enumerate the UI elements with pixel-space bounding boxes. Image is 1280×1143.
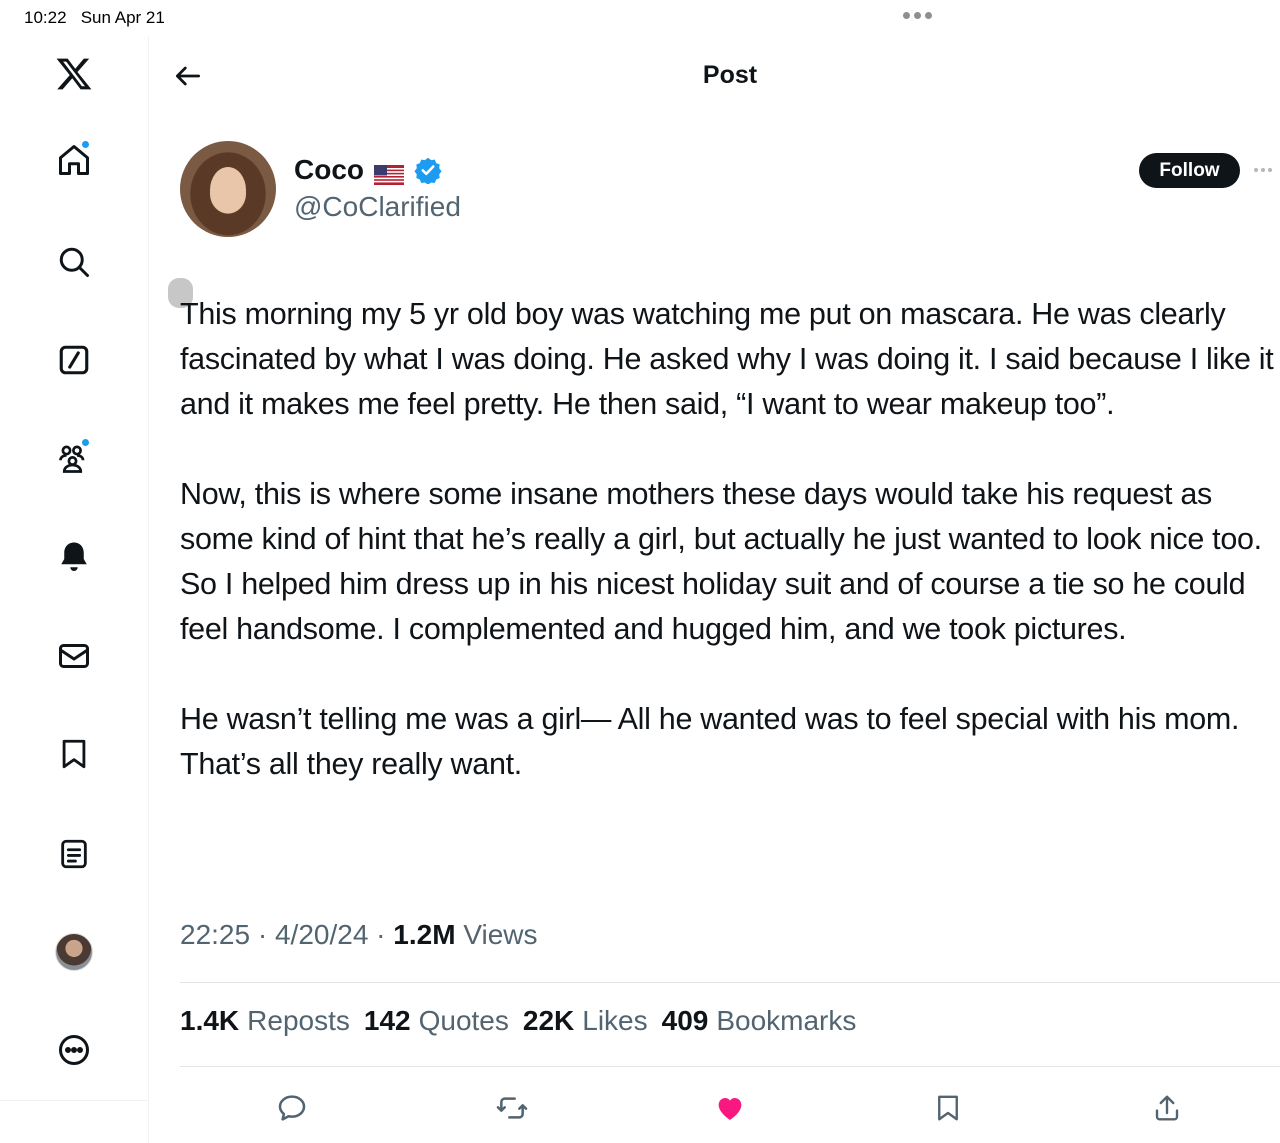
quotes-stat[interactable]: 142 Quotes bbox=[364, 1005, 509, 1037]
avatar bbox=[55, 933, 93, 971]
sidebar-item-home[interactable] bbox=[50, 136, 98, 184]
verified-badge-icon bbox=[414, 156, 442, 185]
bookmarks-count: 409 bbox=[661, 1005, 709, 1036]
repost-icon bbox=[496, 1097, 528, 1119]
author-name-row[interactable]: Coco bbox=[294, 154, 442, 186]
list-icon bbox=[61, 839, 87, 869]
post-text: This morning my 5 yr old boy was watchin… bbox=[180, 292, 1280, 832]
post-paragraph: He wasn’t telling me was a girl— All he … bbox=[180, 702, 1240, 781]
follow-button[interactable]: Follow bbox=[1139, 153, 1240, 188]
likes-count: 22K bbox=[522, 1005, 575, 1036]
bookmark-icon bbox=[938, 1095, 958, 1121]
more-circle-icon bbox=[59, 1035, 89, 1065]
home-notification-dot bbox=[81, 140, 90, 149]
slash-square-icon bbox=[59, 345, 89, 375]
likes-label: Likes bbox=[582, 1005, 648, 1036]
post-time[interactable]: 22:25 bbox=[180, 919, 250, 950]
likes-stat[interactable]: 22K Likes bbox=[523, 1005, 648, 1037]
reposts-stat[interactable]: 1.4K Reposts bbox=[180, 1005, 350, 1037]
sidebar-item-bookmarks[interactable] bbox=[50, 730, 98, 778]
post-stats: 1.4K Reposts 142 Quotes 22K Likes 409 Bookma… bbox=[180, 1005, 856, 1037]
reply-button[interactable] bbox=[272, 1088, 312, 1128]
author-avatar[interactable] bbox=[180, 141, 276, 237]
reply-icon bbox=[278, 1095, 306, 1121]
communities-notification-dot bbox=[81, 438, 90, 447]
page-title: Post bbox=[702, 61, 758, 89]
sidebar-item-more[interactable] bbox=[50, 1026, 98, 1074]
mail-icon bbox=[59, 644, 89, 668]
post-meta: 22:25 · 4/20/24 · 1.2M Views bbox=[180, 919, 538, 951]
bell-icon bbox=[61, 542, 87, 571]
share-button[interactable] bbox=[1147, 1088, 1187, 1128]
bookmarks-stat[interactable]: 409 Bookmarks bbox=[662, 1005, 857, 1037]
sidebar-item-communities[interactable] bbox=[50, 434, 98, 482]
share-icon bbox=[1155, 1095, 1179, 1121]
sidebar-item-explore[interactable] bbox=[50, 238, 98, 286]
bookmark-button[interactable] bbox=[928, 1088, 968, 1128]
author-handle[interactable]: @CoClarified bbox=[294, 191, 461, 223]
sidebar-divider bbox=[0, 1100, 148, 1101]
bookmark-icon bbox=[62, 739, 86, 769]
post-header: Post bbox=[150, 36, 1280, 116]
search-icon bbox=[59, 247, 89, 277]
post-paragraph: Now, this is where some insane mothers t… bbox=[180, 477, 1262, 646]
post-date[interactable]: 4/20/24 bbox=[275, 919, 368, 950]
reposts-count: 1.4K bbox=[180, 1005, 240, 1036]
sidebar bbox=[0, 36, 149, 1143]
heart-filled-icon bbox=[718, 1098, 742, 1120]
meta-separator: · bbox=[376, 919, 386, 950]
sidebar-item-notifications[interactable] bbox=[50, 532, 98, 580]
sidebar-item-profile[interactable] bbox=[50, 928, 98, 976]
quotes-label: Quotes bbox=[418, 1005, 509, 1036]
status-clock: 10:22 bbox=[24, 8, 67, 27]
arrow-left-icon bbox=[176, 66, 200, 86]
status-bar: 10:22 Sun Apr 21 bbox=[0, 0, 1280, 36]
divider bbox=[180, 982, 1280, 983]
multitask-dots-icon[interactable] bbox=[903, 12, 932, 19]
more-options-icon[interactable] bbox=[1254, 160, 1280, 180]
back-button[interactable] bbox=[168, 56, 208, 96]
reposts-label: Reposts bbox=[247, 1005, 350, 1036]
divider bbox=[180, 1066, 1280, 1067]
us-flag-icon bbox=[374, 160, 404, 185]
sidebar-item-lists[interactable] bbox=[50, 830, 98, 878]
views-label: Views bbox=[463, 919, 538, 950]
post-paragraph: This morning my 5 yr old boy was watchin… bbox=[180, 297, 1274, 421]
quotes-count: 142 bbox=[363, 1005, 411, 1036]
x-logo-icon[interactable] bbox=[50, 50, 98, 98]
sidebar-item-messages[interactable] bbox=[50, 632, 98, 680]
author-name[interactable]: Coco bbox=[294, 154, 364, 186]
meta-separator: · bbox=[257, 919, 268, 950]
status-time: 10:22 Sun Apr 21 bbox=[24, 8, 165, 28]
sidebar-item-grok[interactable] bbox=[50, 336, 98, 384]
like-button[interactable] bbox=[710, 1088, 750, 1128]
views-count: 1.2M bbox=[393, 919, 456, 950]
repost-button[interactable] bbox=[492, 1088, 532, 1128]
status-date: Sun Apr 21 bbox=[80, 8, 165, 27]
bookmarks-label: Bookmarks bbox=[716, 1005, 857, 1036]
